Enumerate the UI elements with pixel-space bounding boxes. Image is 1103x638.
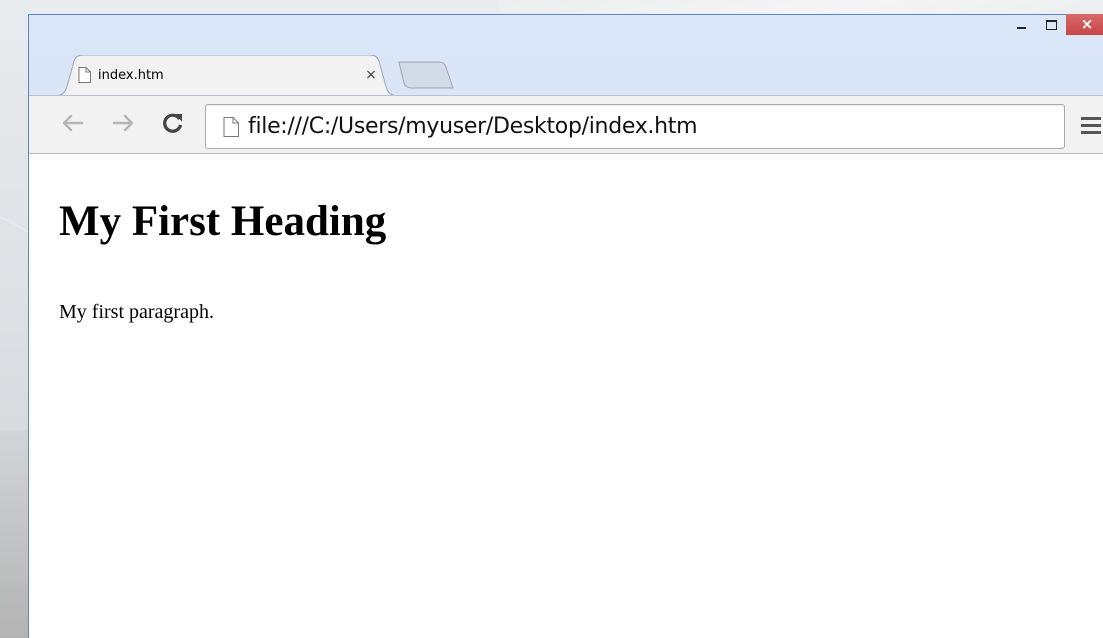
back-arrow-icon (62, 114, 84, 132)
hamburger-menu-icon-bar (1081, 130, 1101, 134)
page-viewport: My First Heading My first paragraph. (28, 154, 1103, 638)
document-icon (220, 115, 242, 139)
browser-toolbar (29, 95, 1103, 154)
chrome-menu-button[interactable] (1081, 111, 1103, 139)
new-tab-icon (398, 61, 454, 89)
reload-button[interactable] (159, 109, 187, 137)
address-bar[interactable] (205, 104, 1065, 149)
hamburger-menu-icon-bar (1081, 123, 1101, 127)
tab-index-htm[interactable]: index.htm × (54, 55, 399, 96)
page-heading: My First Heading (59, 198, 387, 245)
forward-button[interactable] (109, 109, 137, 137)
reload-icon (163, 113, 183, 133)
tab-content: index.htm × (76, 65, 379, 85)
tab-title: index.htm (98, 67, 164, 83)
page-paragraph: My first paragraph. (59, 301, 214, 323)
url-input[interactable] (248, 114, 1064, 139)
document-icon (76, 67, 92, 83)
back-button[interactable] (59, 109, 87, 137)
new-tab-button[interactable] (397, 61, 455, 89)
forward-arrow-icon (112, 114, 134, 132)
browser-window: × index.htm × file:///C:/Users/myuser/De… (28, 14, 1103, 638)
tab-close-icon[interactable]: × (363, 67, 379, 83)
tab-strip: index.htm × (29, 15, 1103, 96)
hamburger-menu-icon (1081, 116, 1101, 120)
